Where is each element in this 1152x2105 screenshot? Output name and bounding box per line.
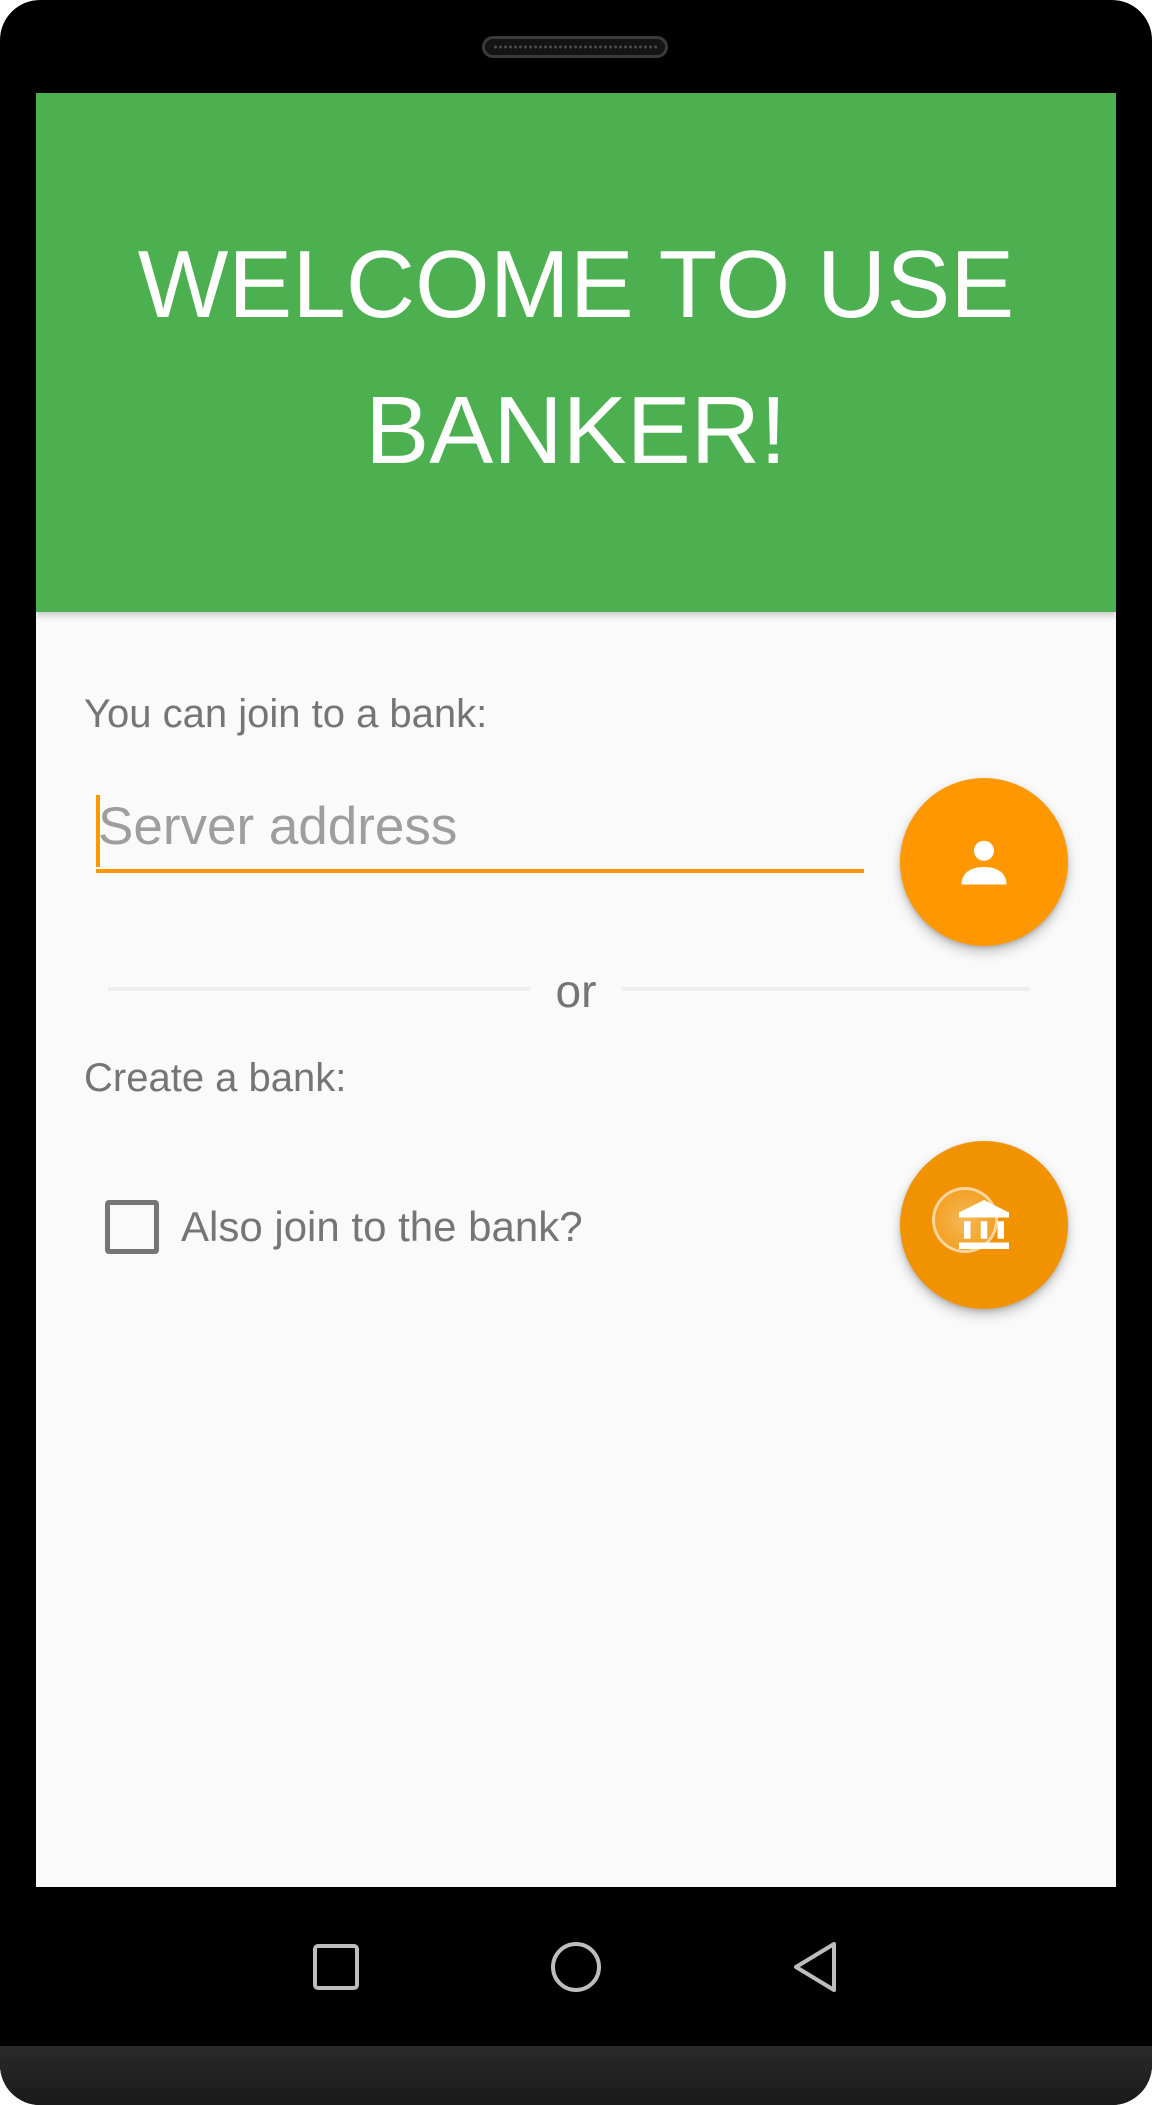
divider-line-right xyxy=(622,987,1030,991)
home-icon xyxy=(551,1942,601,1992)
also-join-checkbox[interactable] xyxy=(105,1200,159,1254)
recents-button[interactable] xyxy=(286,1917,386,2017)
back-button[interactable] xyxy=(766,1917,866,2017)
earpiece-speaker xyxy=(482,36,668,58)
back-icon xyxy=(794,1942,836,1992)
create-section-label: Create a bank: xyxy=(84,1056,347,1100)
text-cursor xyxy=(96,795,100,867)
welcome-title: WELCOME TO USE BANKER! xyxy=(137,230,1015,484)
join-section-label: You can join to a bank: xyxy=(84,692,488,736)
home-button[interactable] xyxy=(526,1917,626,2017)
or-divider-text: or xyxy=(555,965,597,1017)
also-join-checkbox-row[interactable]: Also join to the bank? xyxy=(105,1197,583,1257)
create-bank-button[interactable] xyxy=(900,1141,1068,1309)
join-bank-button[interactable] xyxy=(900,778,1068,946)
recents-icon xyxy=(313,1944,359,1990)
app-header: WELCOME TO USE BANKER! xyxy=(36,93,1116,612)
device-frame: WELCOME TO USE BANKER! You can join to a… xyxy=(0,0,1152,2105)
server-address-input[interactable] xyxy=(96,783,864,869)
navigation-bar xyxy=(36,1887,1116,2046)
bank-icon xyxy=(959,1200,1009,1249)
server-address-field[interactable] xyxy=(96,783,864,873)
person-icon xyxy=(961,840,1007,885)
app-screen: WELCOME TO USE BANKER! You can join to a… xyxy=(36,93,1116,1887)
device-bottom-bezel xyxy=(0,2046,1152,2105)
divider-line-left xyxy=(108,987,530,991)
also-join-checkbox-label[interactable]: Also join to the bank? xyxy=(181,1202,583,1252)
